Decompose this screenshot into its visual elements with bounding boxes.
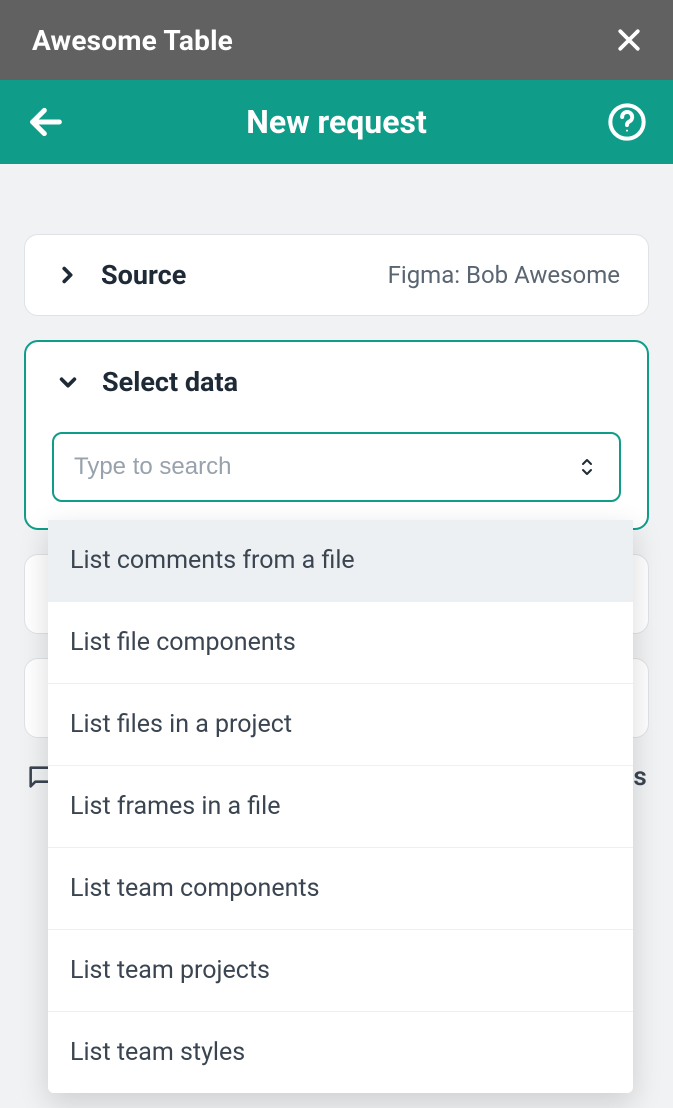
dropdown-item[interactable]: List comments from a file [48, 520, 633, 602]
dropdown-item[interactable]: List team components [48, 848, 633, 930]
dropdown-item[interactable]: List file components [48, 602, 633, 684]
chevron-right-icon [53, 261, 81, 289]
page-title: New request [70, 103, 603, 141]
source-card-header[interactable]: Source Figma: Bob Awesome [25, 235, 648, 315]
select-data-body [26, 422, 647, 528]
updown-caret-icon [575, 458, 599, 476]
titlebar: Awesome Table [0, 0, 673, 80]
dropdown-item[interactable]: List frames in a file [48, 766, 633, 848]
chevron-down-icon [54, 368, 82, 396]
app-title: Awesome Table [32, 24, 233, 57]
select-data-card-header[interactable]: Select data [26, 342, 647, 422]
close-button[interactable] [609, 20, 649, 60]
source-value: Figma: Bob Awesome [388, 261, 620, 289]
source-card[interactable]: Source Figma: Bob Awesome [24, 234, 649, 316]
back-button[interactable] [22, 98, 70, 146]
dropdown-item[interactable]: List team styles [48, 1012, 633, 1093]
arrow-left-icon [26, 102, 66, 142]
source-label: Source [101, 259, 186, 291]
help-button[interactable] [603, 98, 651, 146]
close-icon [614, 25, 644, 55]
dropdown-item[interactable]: List files in a project [48, 684, 633, 766]
topbar: New request [0, 80, 673, 164]
search-input[interactable] [74, 453, 575, 481]
dropdown-item[interactable]: List team projects [48, 930, 633, 1012]
search-field[interactable] [52, 432, 621, 502]
select-data-card: Select data [24, 340, 649, 530]
select-data-label: Select data [102, 366, 238, 398]
search-dropdown: List comments from a file List file comp… [48, 520, 633, 1093]
help-icon [607, 102, 647, 142]
